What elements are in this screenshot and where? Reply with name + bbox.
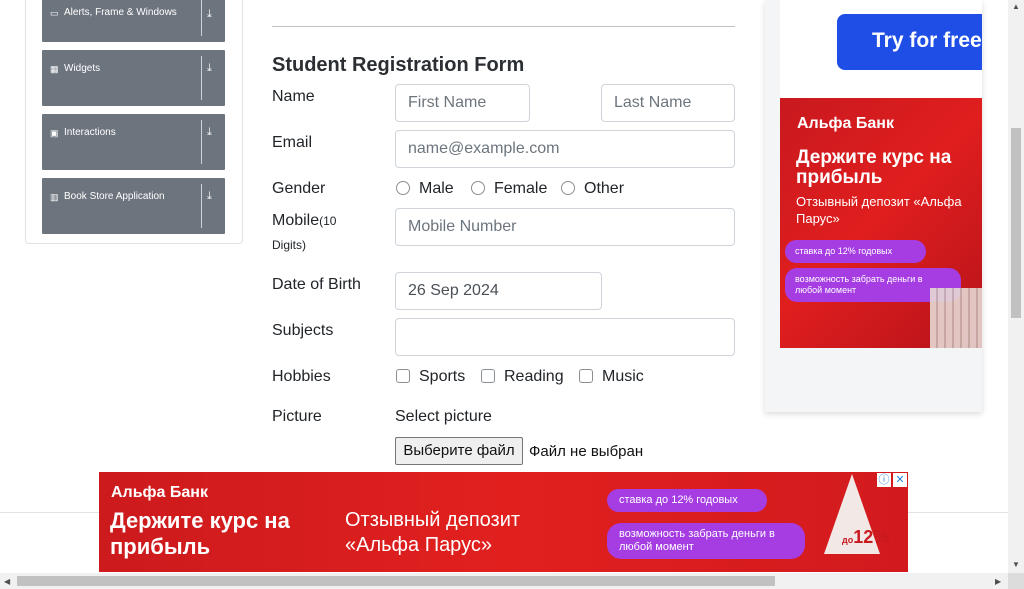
- choose-file-button[interactable]: Выберите файл: [395, 437, 523, 465]
- bank-logo: Альфа Банк: [111, 484, 208, 501]
- sidebar-item-label: Widgets: [64, 63, 101, 74]
- last-name-input[interactable]: Last Name: [601, 84, 735, 122]
- ad-rate-value: 12%: [853, 527, 890, 547]
- ad-rate-prefix: до: [842, 535, 854, 545]
- picture-label: Picture: [272, 408, 322, 425]
- hobby-music-checkbox[interactable]: [579, 369, 593, 383]
- grid-icon: ▦: [50, 64, 59, 74]
- ad-subtitle: Отзывный депозит «Альфа Парус»: [796, 194, 962, 226]
- sidebar-item-alerts[interactable]: ▭ Alerts, Frame & Windows ⤓: [42, 0, 225, 42]
- divider: [272, 26, 735, 27]
- scroll-down-icon[interactable]: ▼: [1012, 560, 1020, 569]
- ad-subtitle: Отзывный депозит «Альфа Парус»: [345, 509, 521, 556]
- ad-pill-rate: ставка до 12% годовых: [607, 489, 767, 512]
- form-title: Student Registration Form: [272, 54, 525, 76]
- window-icon: ▭: [50, 8, 59, 18]
- scrollbar-corner: [1008, 573, 1024, 589]
- coins-image: [930, 288, 982, 348]
- hobby-reading-label[interactable]: Reading: [504, 368, 564, 386]
- ad-banner[interactable]: Альфа Банк Держите курс на прибыль Отзыв…: [780, 98, 982, 348]
- ad-right-top: Try for free →: [780, 0, 982, 98]
- file-status: Файл не выбран: [529, 443, 644, 460]
- name-label: Name: [272, 88, 315, 105]
- download-icon: ⤓: [207, 190, 212, 202]
- divider: [201, 56, 202, 100]
- dob-label: Date of Birth: [272, 276, 361, 293]
- mobile-hint: (10: [319, 214, 337, 228]
- select-picture-label: Select picture: [395, 408, 492, 425]
- hobby-reading-checkbox[interactable]: [481, 369, 495, 383]
- adchoices-icon[interactable]: ⓘ: [877, 473, 891, 487]
- horizontal-scroll-thumb[interactable]: [17, 576, 775, 586]
- ad-rate: до12%: [842, 527, 889, 548]
- close-icon[interactable]: ✕: [893, 473, 907, 487]
- hobby-music-label[interactable]: Music: [602, 368, 644, 386]
- email-label: Email: [272, 134, 313, 151]
- hobby-sports-label[interactable]: Sports: [419, 368, 465, 386]
- divider: [201, 120, 202, 164]
- email-input[interactable]: name@example.com: [395, 130, 735, 168]
- ad-pill-withdraw: возможность забрать деньги в любой момен…: [607, 523, 805, 559]
- books-icon: ▥: [50, 192, 59, 202]
- mobile-label: Mobile(10: [272, 212, 336, 230]
- dob-input[interactable]: 26 Sep 2024: [395, 272, 602, 310]
- sidebar-item-label: Alerts, Frame & Windows: [64, 7, 177, 18]
- try-for-free-button[interactable]: Try for free →: [837, 14, 982, 70]
- ad-bottom-banner[interactable]: Альфа Банк Держите курс на прибыль Отзыв…: [99, 472, 908, 572]
- subjects-input[interactable]: [395, 318, 735, 356]
- scroll-up-icon[interactable]: ▲: [1012, 2, 1020, 11]
- sidebar-item-interactions[interactable]: ▣ Interactions ⤓: [42, 114, 225, 170]
- mobile-hint-2: Digits): [272, 238, 307, 252]
- scroll-right-icon[interactable]: ▶: [995, 577, 1001, 586]
- gender-other-label[interactable]: Other: [584, 180, 624, 198]
- mobile-input[interactable]: Mobile Number: [395, 208, 735, 246]
- gender-label: Gender: [272, 180, 326, 197]
- ad-pill-rate: ставка до 12% годовых: [785, 240, 926, 263]
- gender-female-label[interactable]: Female: [494, 180, 547, 198]
- download-icon: ⤓: [207, 8, 212, 20]
- gender-other-radio[interactable]: [561, 181, 575, 195]
- hobbies-label: Hobbies: [272, 368, 331, 385]
- ad-headline: Держите курс на прибыль: [796, 147, 952, 188]
- sidebar-item-widgets[interactable]: ▦ Widgets ⤓: [42, 50, 225, 106]
- scroll-left-icon[interactable]: ◀: [4, 577, 10, 586]
- square-icon: ▣: [50, 128, 59, 138]
- ad-headline: Держите курс на прибыль: [110, 508, 290, 559]
- ad-right[interactable]: Try for free → Альфа Банк Держите курс н…: [765, 0, 982, 412]
- download-icon: ⤓: [207, 126, 212, 138]
- download-icon: ⤓: [207, 62, 212, 74]
- sidebar-item-book-store[interactable]: ▥ Book Store Application ⤓: [42, 178, 225, 234]
- first-name-input[interactable]: First Name: [395, 84, 530, 122]
- subjects-label: Subjects: [272, 322, 334, 339]
- gender-male-radio[interactable]: [396, 181, 410, 195]
- mobile-label-text: Mobile: [272, 212, 320, 229]
- sidebar-item-label: Interactions: [64, 127, 116, 138]
- vertical-scroll-thumb[interactable]: [1011, 128, 1021, 318]
- gender-female-radio[interactable]: [471, 181, 485, 195]
- bank-logo: Альфа Банк: [797, 115, 894, 132]
- sidebar-item-label: Book Store Application: [64, 191, 165, 202]
- divider: [201, 0, 202, 36]
- hobby-sports-checkbox[interactable]: [396, 369, 410, 383]
- gender-male-label[interactable]: Male: [419, 180, 454, 198]
- divider: [201, 184, 202, 228]
